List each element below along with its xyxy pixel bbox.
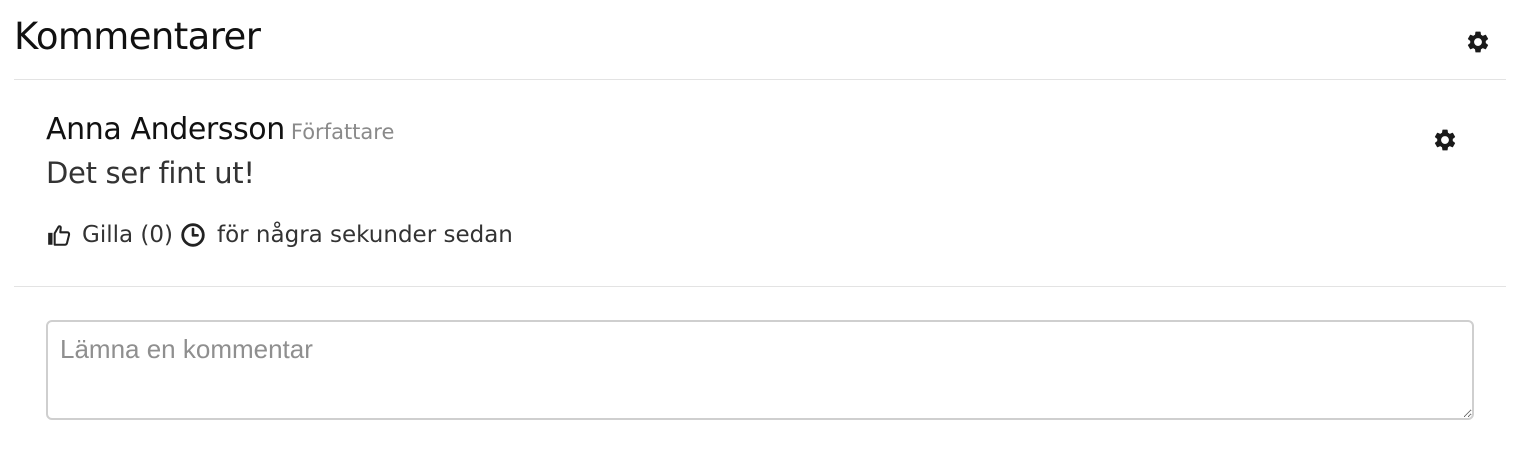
clock-icon [181,223,205,247]
comment-settings-gear-icon[interactable] [1432,127,1458,153]
thumbs-up-icon[interactable] [46,222,72,248]
panel-header: Kommentarer [14,0,1506,80]
comments-panel: Kommentarer Anna Andersson Författare Det… [14,0,1506,462]
new-comment-input[interactable] [46,320,1474,420]
comment-author-role-badge: Författare [290,120,395,144]
panel-title: Kommentarer [14,15,261,58]
comment-meta: Gilla (0) för några sekunder sedan [46,220,513,250]
comment-timestamp: för några sekunder sedan [216,222,513,248]
comment-author-name[interactable]: Anna Andersson [46,112,285,147]
gear-icon [1467,31,1489,53]
comment-body-text: Det ser fint ut! [46,156,255,190]
like-button[interactable]: Gilla (0) [82,222,173,248]
panel-settings-gear-icon[interactable] [1465,29,1491,55]
comment-author-line: Anna Andersson Författare [46,112,394,147]
new-comment-form [46,320,1474,424]
gear-icon [1434,129,1456,151]
comment-item: Anna Andersson Författare Det ser fint ut… [14,80,1506,287]
